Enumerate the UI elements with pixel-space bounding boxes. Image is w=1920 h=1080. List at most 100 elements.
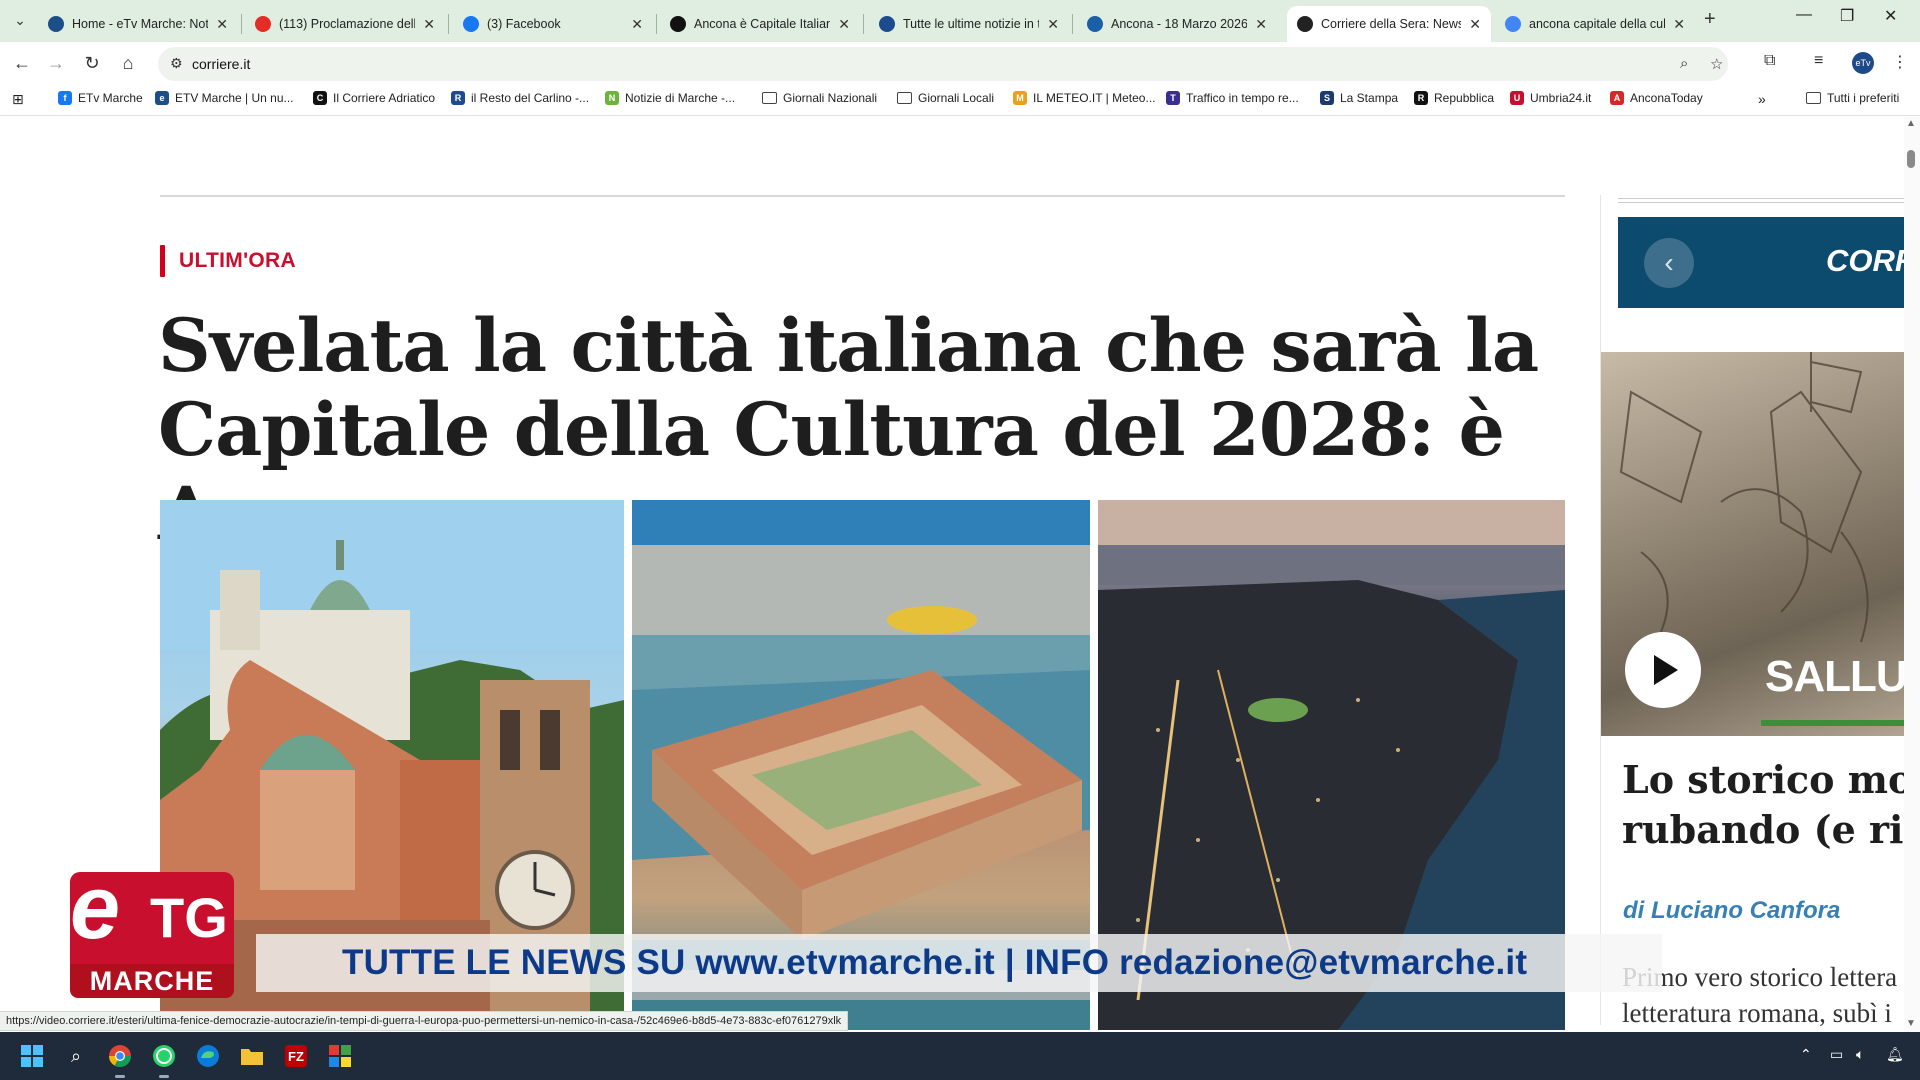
- corriere-adriatico-favicon-icon: [670, 16, 686, 32]
- corriere-banner[interactable]: ‹ CORR: [1618, 217, 1904, 308]
- chevron-up-icon[interactable]: ⌃: [1800, 1046, 1812, 1063]
- folder-icon: [1806, 92, 1821, 104]
- bookmark-item[interactable]: S La Stampa: [1320, 91, 1398, 105]
- bookmark-label: il Resto del Carlino -...: [471, 91, 590, 105]
- profile-avatar[interactable]: eTv: [1852, 52, 1874, 74]
- scroll-thumb[interactable]: [1907, 150, 1915, 168]
- bookmark-label: IL METEO.IT | Meteo...: [1033, 91, 1156, 105]
- bookmark-item[interactable]: T Traffico in tempo re...: [1166, 91, 1299, 105]
- all-bookmarks-folder[interactable]: Tutti i preferiti: [1806, 91, 1899, 105]
- network-icon[interactable]: ▭: [1830, 1046, 1843, 1063]
- svg-text:FZ: FZ: [288, 1049, 304, 1064]
- bookmark-label: Il Corriere Adriatico: [333, 91, 436, 105]
- bookmark-item[interactable]: N Notizie di Marche -...: [605, 91, 735, 105]
- close-tab-icon[interactable]: ✕: [1047, 16, 1059, 33]
- tab-7[interactable]: ancona capitale della cult ✕: [1495, 6, 1695, 42]
- bookmark-item[interactable]: Giornali Nazionali: [762, 91, 877, 105]
- page-scrollbar[interactable]: [1904, 117, 1920, 1032]
- tab-3[interactable]: Ancona è Capitale Italiana ✕: [660, 6, 860, 42]
- bookmark-item[interactable]: Ril Resto del Carlino -...: [451, 91, 589, 105]
- volume-icon[interactable]: 🔈︎: [1856, 1046, 1864, 1063]
- close-tab-icon[interactable]: ✕: [216, 16, 228, 33]
- rail-headline-line: Lo storico moral: [1622, 757, 1912, 802]
- scroll-down-icon[interactable]: ▼: [1906, 1018, 1916, 1029]
- restore-button[interactable]: ❐: [1840, 6, 1854, 26]
- close-tab-icon[interactable]: ✕: [838, 16, 850, 33]
- logo-tg: TG: [150, 886, 228, 949]
- bookmark-item[interactable]: C Il Corriere Adriatico: [313, 91, 435, 105]
- globe-favicon-icon: [1087, 16, 1103, 32]
- bookmarks-overflow-button[interactable]: »: [1758, 91, 1766, 107]
- app-grid-icon[interactable]: [326, 1042, 354, 1070]
- bookmarks-bar: ⊞ f ETv Marche e ETV Marche | Un nu... C Il C…: [0, 84, 1920, 116]
- close-tab-icon[interactable]: ✕: [1469, 16, 1481, 33]
- rail-author[interactable]: di Luciano Canfora: [1623, 897, 1840, 925]
- bookmark-item[interactable]: U Umbria24.it: [1510, 91, 1591, 105]
- chrome-icon[interactable]: [106, 1042, 134, 1078]
- edge-icon[interactable]: [194, 1042, 222, 1070]
- tab-6[interactable]: Corriere della Sera: News ✕: [1287, 6, 1491, 42]
- new-tab-button[interactable]: +: [1704, 8, 1716, 31]
- url-input[interactable]: [192, 54, 1592, 74]
- minimize-button[interactable]: —: [1796, 6, 1812, 24]
- tab-title: Home - eTv Marche: Noti: [72, 17, 209, 31]
- tab-search-button[interactable]: ⌄: [8, 8, 32, 32]
- folder-icon: [897, 92, 912, 104]
- extensions-icon[interactable]: ⧉: [1764, 52, 1775, 70]
- windows-taskbar: ⌕ FZ ⌃ ▭ 🔈︎ 🔔︎: [0, 1032, 1920, 1080]
- tab-title: ancona capitale della cult: [1529, 17, 1666, 31]
- tab-2[interactable]: (3) Facebook ✕: [453, 6, 653, 42]
- bookmark-item[interactable]: M IL METEO.IT | Meteo...: [1013, 91, 1155, 105]
- notification-bell-icon[interactable]: 🔔︎: [1886, 1046, 1904, 1063]
- site-info-icon[interactable]: ⚙: [170, 55, 183, 72]
- close-tab-icon[interactable]: ✕: [1673, 16, 1685, 33]
- tab-0[interactable]: Home - eTv Marche: Noti ✕: [38, 6, 238, 42]
- bookmark-favicon-icon: R: [1414, 91, 1428, 105]
- bookmark-item[interactable]: A AnconaToday: [1610, 91, 1703, 105]
- media-controls-icon[interactable]: ≡: [1814, 52, 1823, 70]
- tab-strip: ⌄ Home - eTv Marche: Noti ✕ (113) Proclama…: [0, 0, 1920, 42]
- bookmark-item[interactable]: e ETV Marche | Un nu...: [155, 91, 294, 105]
- close-tab-icon[interactable]: ✕: [1255, 16, 1267, 33]
- close-window-button[interactable]: ✕: [1884, 6, 1897, 26]
- close-tab-icon[interactable]: ✕: [631, 16, 643, 33]
- tab-separator: [448, 14, 449, 34]
- bookmark-label: ETv Marche: [78, 91, 143, 105]
- tab-1[interactable]: (113) Proclamazione della ✕: [245, 6, 445, 42]
- bookmark-item[interactable]: Giornali Locali: [897, 91, 994, 105]
- bookmark-item[interactable]: R Repubblica: [1414, 91, 1494, 105]
- windows-start-icon[interactable]: [18, 1042, 46, 1070]
- close-tab-icon[interactable]: ✕: [423, 16, 435, 33]
- bookmark-item[interactable]: f ETv Marche: [58, 91, 143, 105]
- play-icon[interactable]: [1625, 632, 1701, 708]
- tab-4[interactable]: Tutte le ultime notizie in t ✕: [869, 6, 1069, 42]
- bookmark-favicon-icon: N: [605, 91, 619, 105]
- back-button[interactable]: ←: [10, 51, 34, 75]
- exclamation-icon: [160, 245, 165, 277]
- bookmark-label: ETV Marche | Un nu...: [175, 91, 294, 105]
- bookmark-favicon-icon: A: [1610, 91, 1624, 105]
- tab-5[interactable]: Ancona - 18 Marzo 2026 ✕: [1077, 6, 1277, 42]
- tab-title: Corriere della Sera: News: [1321, 17, 1462, 31]
- chevron-left-icon[interactable]: ‹: [1644, 238, 1694, 288]
- bookmark-star-icon[interactable]: ☆: [1710, 55, 1723, 73]
- banner-brand: CORR: [1826, 243, 1904, 278]
- rail-excerpt: Primo vero storico lettera letteratura r…: [1622, 959, 1912, 1031]
- rail-headline[interactable]: Lo storico moral rubando (e rinn: [1622, 755, 1912, 855]
- address-bar[interactable]: ⚙ ⌕ ☆: [158, 47, 1728, 81]
- whatsapp-icon[interactable]: [150, 1042, 178, 1078]
- corriere-favicon-icon: [1297, 16, 1313, 32]
- scroll-up-icon[interactable]: ▲: [1906, 118, 1916, 129]
- menu-kebab-icon[interactable]: ⋮: [1892, 52, 1908, 72]
- forward-button[interactable]: →: [44, 51, 68, 75]
- video-thumbnail[interactable]: SALLUS: [1601, 352, 1904, 736]
- apps-grid-icon[interactable]: ⊞: [12, 91, 24, 108]
- zoom-icon[interactable]: ⌕: [1680, 55, 1688, 72]
- home-button[interactable]: ⌂: [116, 51, 140, 75]
- search-icon[interactable]: ⌕: [62, 1042, 90, 1070]
- reload-button[interactable]: ↻: [80, 51, 104, 75]
- facebook-favicon-icon: [463, 16, 479, 32]
- filezilla-icon[interactable]: FZ: [282, 1042, 310, 1070]
- file-explorer-icon[interactable]: [238, 1042, 266, 1070]
- etg-marche-logo: e TG MARCHE: [70, 858, 234, 998]
